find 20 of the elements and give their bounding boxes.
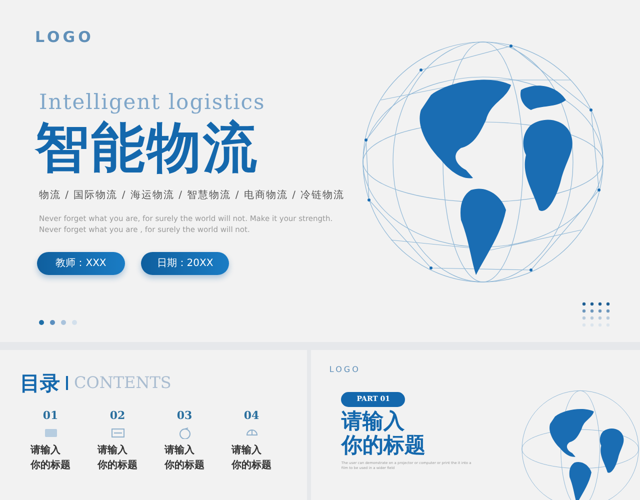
item-title: 请输入你的标题 (231, 444, 272, 472)
contents-subtitle: CONTENTS (74, 372, 172, 394)
info-button[interactable]: 教师：XXX (37, 252, 125, 274)
item-title: 请输入你的标题 (30, 444, 71, 472)
item-title: 请输入你的标题 (97, 444, 138, 472)
logo-text: LOGO (35, 27, 95, 48)
screen-icon (44, 426, 58, 438)
item-number: 04 (244, 408, 260, 424)
dot-grid-icon (582, 302, 610, 328)
item-number: 03 (176, 408, 192, 424)
subtitle: Intelligent logistics (38, 88, 266, 116)
info-button[interactable]: 日期：20XX (141, 252, 229, 274)
tag-line: 物流 / 国际物流 / 海运物流 / 智慧物流 / 电商物流 / 冷链物流 (38, 188, 345, 203)
item-number: 01 (42, 408, 58, 424)
section-title: 请输入你的标题 (341, 409, 426, 458)
item-title: 请输入你的标题 (164, 444, 205, 472)
main-title: 智能物流 (35, 120, 260, 174)
contents-title: 目录 (20, 370, 60, 397)
item-number: 02 (110, 408, 126, 424)
logo-text: LOGO (329, 364, 362, 376)
